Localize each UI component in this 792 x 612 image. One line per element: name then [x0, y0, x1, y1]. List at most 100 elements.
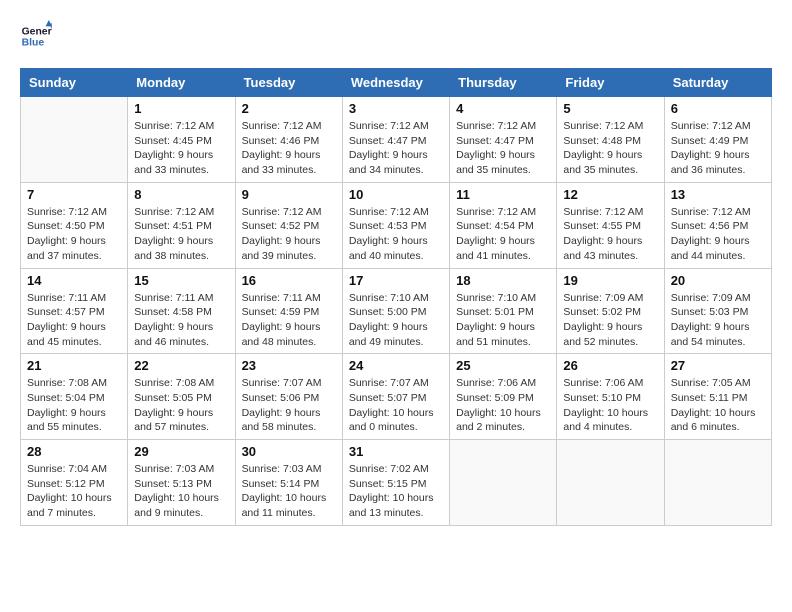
day-info: Sunrise: 7:06 AMSunset: 5:09 PMDaylight:… [456, 376, 550, 435]
day-info: Sunrise: 7:12 AMSunset: 4:54 PMDaylight:… [456, 205, 550, 264]
day-info: Sunrise: 7:12 AMSunset: 4:53 PMDaylight:… [349, 205, 443, 264]
day-info: Sunrise: 7:12 AMSunset: 4:56 PMDaylight:… [671, 205, 765, 264]
day-info: Sunrise: 7:07 AMSunset: 5:06 PMDaylight:… [242, 376, 336, 435]
day-info: Sunrise: 7:12 AMSunset: 4:55 PMDaylight:… [563, 205, 657, 264]
calendar-cell: 8 Sunrise: 7:12 AMSunset: 4:51 PMDaylight… [128, 182, 235, 268]
calendar-cell [557, 440, 664, 526]
calendar-cell: 9Sunrise: 7:12 AMSunset: 4:52 PMDaylight… [235, 182, 342, 268]
day-number: 7 [27, 187, 121, 202]
calendar-cell: 24 Sunrise: 7:07 AMSunset: 5:07 PMDayligh… [342, 354, 449, 440]
svg-text:General: General [22, 26, 52, 37]
day-number: 2 [242, 101, 336, 116]
day-info: Sunrise: 7:03 AMSunset: 5:13 PMDaylight:… [134, 462, 228, 521]
weekday-header: Sunday [21, 69, 128, 97]
calendar-cell: 21 Sunrise: 7:08 AMSunset: 5:04 PMDayligh… [21, 354, 128, 440]
day-info: Sunrise: 7:12 AMSunset: 4:46 PMDaylight:… [242, 119, 336, 178]
calendar-cell [664, 440, 771, 526]
calendar-cell: 28 Sunrise: 7:04 AMSunset: 5:12 PMDayligh… [21, 440, 128, 526]
calendar-cell [450, 440, 557, 526]
calendar-cell: 30 Sunrise: 7:03 AMSunset: 5:14 PMDayligh… [235, 440, 342, 526]
day-info: Sunrise: 7:11 AMSunset: 4:58 PMDaylight:… [134, 291, 228, 350]
day-number: 25 [456, 358, 550, 373]
day-number: 31 [349, 444, 443, 459]
day-number: 20 [671, 273, 765, 288]
calendar-cell: 25 Sunrise: 7:06 AMSunset: 5:09 PMDayligh… [450, 354, 557, 440]
day-number: 27 [671, 358, 765, 373]
day-info: Sunrise: 7:02 AMSunset: 5:15 PMDaylight:… [349, 462, 443, 521]
day-number: 8 [134, 187, 228, 202]
calendar-week-row: 1 Sunrise: 7:12 AMSunset: 4:45 PMDaylight… [21, 97, 772, 183]
day-info: Sunrise: 7:12 AMSunset: 4:48 PMDaylight:… [563, 119, 657, 178]
day-number: 13 [671, 187, 765, 202]
calendar-cell: 14 Sunrise: 7:11 AMSunset: 4:57 PMDayligh… [21, 268, 128, 354]
day-number: 28 [27, 444, 121, 459]
calendar-cell: 19 Sunrise: 7:09 AMSunset: 5:02 PMDayligh… [557, 268, 664, 354]
day-info: Sunrise: 7:12 AMSunset: 4:50 PMDaylight:… [27, 205, 121, 264]
calendar-cell: 26 Sunrise: 7:06 AMSunset: 5:10 PMDayligh… [557, 354, 664, 440]
page-header: General Blue [20, 20, 772, 52]
calendar-cell: 23 Sunrise: 7:07 AMSunset: 5:06 PMDayligh… [235, 354, 342, 440]
calendar-cell: 5 Sunrise: 7:12 AMSunset: 4:48 PMDaylight… [557, 97, 664, 183]
logo-icon: General Blue [20, 20, 52, 52]
day-number: 4 [456, 101, 550, 116]
day-number: 19 [563, 273, 657, 288]
calendar-cell: 20 Sunrise: 7:09 AMSunset: 5:03 PMDayligh… [664, 268, 771, 354]
day-number: 30 [242, 444, 336, 459]
day-info: Sunrise: 7:10 AMSunset: 5:01 PMDaylight:… [456, 291, 550, 350]
day-number: 6 [671, 101, 765, 116]
calendar-week-row: 21 Sunrise: 7:08 AMSunset: 5:04 PMDayligh… [21, 354, 772, 440]
day-number: 26 [563, 358, 657, 373]
day-number: 12 [563, 187, 657, 202]
day-info: Sunrise: 7:11 AMSunset: 4:57 PMDaylight:… [27, 291, 121, 350]
day-info: Sunrise: 7:08 AMSunset: 5:05 PMDaylight:… [134, 376, 228, 435]
day-number: 3 [349, 101, 443, 116]
day-info: Sunrise: 7:07 AMSunset: 5:07 PMDaylight:… [349, 376, 443, 435]
calendar-cell: 4Sunrise: 7:12 AMSunset: 4:47 PMDaylight… [450, 97, 557, 183]
calendar-cell: 31 Sunrise: 7:02 AMSunset: 5:15 PMDayligh… [342, 440, 449, 526]
day-info: Sunrise: 7:12 AMSunset: 4:51 PMDaylight:… [134, 205, 228, 264]
calendar-cell: 2 Sunrise: 7:12 AMSunset: 4:46 PMDaylight… [235, 97, 342, 183]
calendar-cell: 29 Sunrise: 7:03 AMSunset: 5:13 PMDayligh… [128, 440, 235, 526]
day-info: Sunrise: 7:10 AMSunset: 5:00 PMDaylight:… [349, 291, 443, 350]
calendar-cell: 10Sunrise: 7:12 AMSunset: 4:53 PMDayligh… [342, 182, 449, 268]
day-info: Sunrise: 7:11 AMSunset: 4:59 PMDaylight:… [242, 291, 336, 350]
calendar-cell: 11 Sunrise: 7:12 AMSunset: 4:54 PMDayligh… [450, 182, 557, 268]
calendar-cell: 3 Sunrise: 7:12 AMSunset: 4:47 PMDaylight… [342, 97, 449, 183]
day-info: Sunrise: 7:12 AMSunset: 4:47 PMDaylight:… [349, 119, 443, 178]
day-info: Sunrise: 7:12 AMSunset: 4:49 PMDaylight:… [671, 119, 765, 178]
calendar-cell: 22 Sunrise: 7:08 AMSunset: 5:05 PMDayligh… [128, 354, 235, 440]
day-info: Sunrise: 7:12 AMSunset: 4:45 PMDaylight:… [134, 119, 228, 178]
day-number: 17 [349, 273, 443, 288]
calendar-cell: 16Sunrise: 7:11 AMSunset: 4:59 PMDayligh… [235, 268, 342, 354]
day-number: 14 [27, 273, 121, 288]
day-number: 11 [456, 187, 550, 202]
weekday-header: Saturday [664, 69, 771, 97]
day-info: Sunrise: 7:03 AMSunset: 5:14 PMDaylight:… [242, 462, 336, 521]
calendar-cell: 1 Sunrise: 7:12 AMSunset: 4:45 PMDaylight… [128, 97, 235, 183]
day-number: 21 [27, 358, 121, 373]
day-info: Sunrise: 7:09 AMSunset: 5:02 PMDaylight:… [563, 291, 657, 350]
calendar-table: SundayMondayTuesdayWednesdayThursdayFrid… [20, 68, 772, 526]
weekday-header: Tuesday [235, 69, 342, 97]
day-info: Sunrise: 7:04 AMSunset: 5:12 PMDaylight:… [27, 462, 121, 521]
day-info: Sunrise: 7:09 AMSunset: 5:03 PMDaylight:… [671, 291, 765, 350]
day-number: 1 [134, 101, 228, 116]
day-info: Sunrise: 7:05 AMSunset: 5:11 PMDaylight:… [671, 376, 765, 435]
weekday-header: Friday [557, 69, 664, 97]
day-info: Sunrise: 7:06 AMSunset: 5:10 PMDaylight:… [563, 376, 657, 435]
calendar-cell [21, 97, 128, 183]
day-number: 29 [134, 444, 228, 459]
calendar-cell: 13 Sunrise: 7:12 AMSunset: 4:56 PMDayligh… [664, 182, 771, 268]
day-number: 22 [134, 358, 228, 373]
day-number: 24 [349, 358, 443, 373]
calendar-week-row: 14 Sunrise: 7:11 AMSunset: 4:57 PMDayligh… [21, 268, 772, 354]
calendar-week-row: 7 Sunrise: 7:12 AMSunset: 4:50 PMDaylight… [21, 182, 772, 268]
calendar-cell: 27 Sunrise: 7:05 AMSunset: 5:11 PMDayligh… [664, 354, 771, 440]
day-number: 15 [134, 273, 228, 288]
calendar-header: SundayMondayTuesdayWednesdayThursdayFrid… [21, 69, 772, 97]
svg-text:Blue: Blue [22, 38, 45, 49]
day-number: 23 [242, 358, 336, 373]
weekday-header: Monday [128, 69, 235, 97]
day-info: Sunrise: 7:08 AMSunset: 5:04 PMDaylight:… [27, 376, 121, 435]
day-number: 5 [563, 101, 657, 116]
